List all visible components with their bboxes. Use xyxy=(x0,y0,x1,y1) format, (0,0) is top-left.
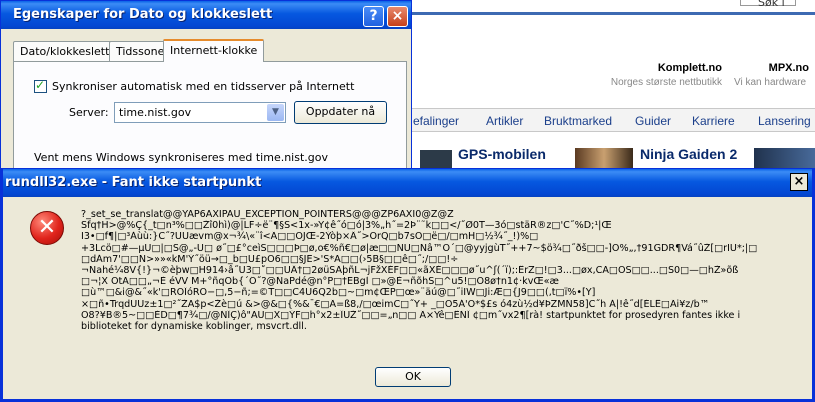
tab-timezone[interactable]: Tidssone xyxy=(109,41,172,61)
nav-item-lansering[interactable]: Lansering xyxy=(758,114,811,128)
error-title: rundll32.exe - Fant ikke startpunkt xyxy=(5,175,262,190)
tab-internet-time[interactable]: Internett-klokke xyxy=(163,39,265,62)
news-thumbnail[interactable] xyxy=(575,148,633,170)
nav-item-guider[interactable]: Guider xyxy=(635,114,671,128)
nav-item-anbefalinger[interactable]: efalinger xyxy=(413,114,459,128)
server-label: Server: xyxy=(69,106,109,119)
sync-checkbox[interactable] xyxy=(34,78,47,93)
header-divider xyxy=(410,12,815,15)
server-select[interactable]: time.nist.gov ▼ xyxy=(114,102,286,123)
error-message-line: ×□ñ•TrqdÜÜz±1□²˝ŽA$p<Žè□ú &>@&□{%&¯€□Ã=ß… xyxy=(81,298,710,310)
partner-name[interactable]: MPX.no xyxy=(728,62,815,74)
news-headline[interactable]: GPS-mobilen xyxy=(458,146,546,162)
error-icon: ✕ xyxy=(30,211,64,245)
sync-status-text: Vent mens Windows synkroniseres med time… xyxy=(34,151,328,164)
partner-name[interactable]: Komplett.no xyxy=(560,62,722,74)
site-topbar: Søk i xyxy=(410,0,815,10)
partner-desc: Vi kan hardware xyxy=(734,77,807,88)
error-message-line: □¬¦X OtA□□„¬È éVV M+°ñqÒb{´Õ˝?@ÑaPdé@n°P… xyxy=(81,276,559,288)
news-headline[interactable]: Ninja Gaiden 2 xyxy=(640,146,737,162)
sync-checkbox-label[interactable]: Synkroniser automatisk med en tidsserver… xyxy=(52,80,354,93)
nav-item-bruktmarked[interactable]: Bruktmarked xyxy=(544,114,612,128)
date-time-properties-dialog: Egenskaper for Dato og klokkeslett ? × D… xyxy=(0,0,412,171)
nav-item-karriere[interactable]: Karriere xyxy=(692,114,735,128)
nav-item-artikler[interactable]: Artikler xyxy=(486,114,523,128)
error-message-line: ?_set_se_translat@@YAP6AXIPAU_EXCEPTION_… xyxy=(81,209,454,220)
dialog-titlebar[interactable]: Egenskaper for Dato og klokkeslett ? × xyxy=(1,1,411,29)
close-button[interactable]: × xyxy=(790,173,808,191)
error-message-line: Ó8?¥B®5~□□ÈD□¶7¾□/@ÑÎÇ)ô"AÛ□X□ÝF□h°x2±ÎÜ… xyxy=(81,309,741,321)
error-message-line: biblioteket for dynamiske koblinger, msv… xyxy=(81,321,307,333)
error-message-line: ¬Nahé¼8V{!}¬©èþw□H914›â˝U3□˚□□UÂ†□2øüŠÃþ… xyxy=(81,265,739,277)
error-message-line: I3•□f¶|□³Àùù:}C˝?ÜÜævm@x¬¾\«¨î<Ã□□OJŒ-2Ý… xyxy=(81,231,539,243)
server-value: time.nist.gov xyxy=(119,106,192,119)
dialog-title: Egenskaper for Dato og klokkeslett xyxy=(13,7,273,22)
error-message: ?_set_se_translat@@YAP6AXIPAU_EXCEPTION_… xyxy=(81,209,771,332)
partner-mpx[interactable]: MPX.no Vi kan hardware xyxy=(728,62,815,88)
error-message-line: □ù™□&i@&˝«k'□RÖÎóRÓ−□,5−ñ;=©T□□C4U6Q2b□~… xyxy=(81,287,596,299)
chevron-down-icon[interactable]: ▼ xyxy=(267,104,284,121)
close-button[interactable]: × xyxy=(387,6,408,27)
partner-desc: Norges største nettbutikk xyxy=(610,77,722,88)
news-thumbnail[interactable] xyxy=(754,148,815,170)
error-message-line: +3Lcö□#—µÙ□|□S@„-U□ ø˝□£°ceìS□□□Þ□ø,o€%ñ… xyxy=(81,242,758,254)
site-search-button[interactable]: Søk i xyxy=(758,0,785,9)
error-titlebar[interactable]: rundll32.exe - Fant ikke startpunkt × xyxy=(3,169,812,197)
rundll32-error-dialog: rundll32.exe - Fant ikke startpunkt × ✕ … xyxy=(0,168,815,402)
update-now-button[interactable]: Oppdater nå xyxy=(294,101,387,124)
error-message-line: Sfq†H>@%Ç{_t□n³%□□Žî0hì)@|LF÷ë¨¶§Š<1x-»Y… xyxy=(81,220,612,232)
internet-time-panel: Synkroniser automatisk med en tidsserver… xyxy=(13,61,407,171)
error-message-line: □dÁm7'□□N>»»«kM'Ý˝öü→□_b□Ü£pÖ6□□§JE>'S*Ä… xyxy=(81,253,459,265)
site-nav: efalinger Artikler Bruktmarked Guider Ka… xyxy=(410,108,815,132)
tab-date-time[interactable]: Dato/klokkeslett xyxy=(13,41,117,61)
ok-button[interactable]: OK xyxy=(375,367,451,387)
partner-komplett[interactable]: Komplett.no Norges største nettbutikk xyxy=(560,62,722,88)
help-button[interactable]: ? xyxy=(363,6,384,27)
